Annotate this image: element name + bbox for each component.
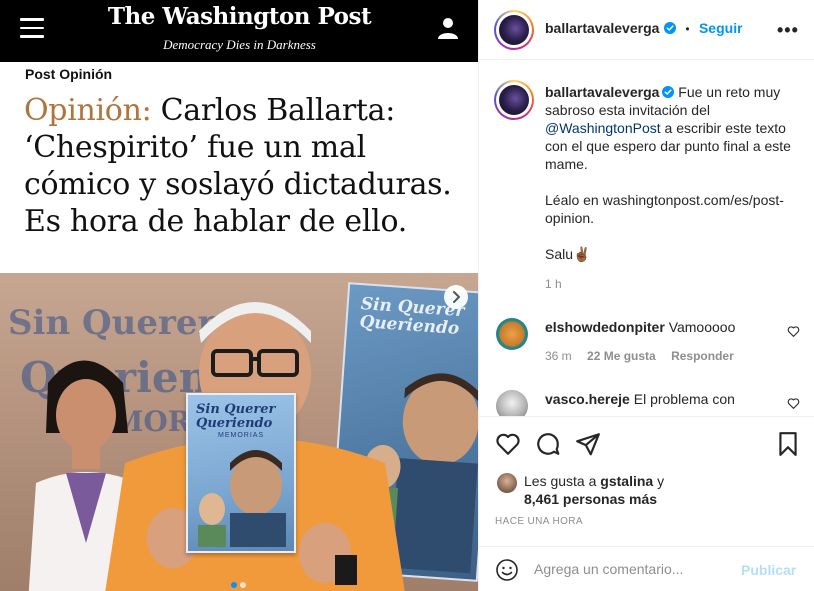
likes-summary: Les gusta a gstalina y	[524, 473, 664, 489]
comment-like-heart-icon[interactable]	[787, 397, 800, 410]
comment-text: El problema con	[633, 391, 735, 407]
commenter-avatar[interactable]	[496, 390, 528, 416]
follow-button[interactable]: Seguir	[699, 20, 743, 36]
reply-button[interactable]: Responder	[671, 349, 734, 363]
book-subtitle: MEMORIAS	[218, 432, 265, 439]
verified-badge-icon	[663, 22, 676, 34]
comment-item: vasco.hereje El problema con	[545, 390, 775, 408]
comment-username[interactable]: elshowdedonpiter	[545, 319, 665, 335]
liker-username[interactable]: gstalina	[600, 473, 653, 489]
header-username[interactable]: ballartavaleverga	[545, 20, 659, 36]
headline-kicker: Opinión:	[24, 93, 152, 128]
carousel-dot	[240, 582, 246, 588]
header-separator: •	[685, 22, 690, 36]
caption-text-3: Léalo en washingtonpost.com/es/post-opin…	[545, 192, 784, 226]
event-photo: Sin Querer Queriendo MEMORIAS Sin Querer…	[0, 273, 478, 591]
caption-avatar[interactable]	[494, 80, 534, 120]
book-cover: Sin Querer Queriendo MEMORIAS	[186, 393, 296, 553]
comment-likes[interactable]: 22 Me gusta	[587, 349, 656, 363]
likes-prefix: Les gusta a	[524, 473, 601, 489]
comments-scroll-area[interactable]: ballartavaleverga Fue un reto muy sabros…	[479, 60, 814, 416]
section-label: Post Opinión	[25, 66, 113, 82]
comment-input[interactable]	[534, 557, 734, 581]
carousel-dots	[231, 575, 249, 591]
comment-time: 36 m	[545, 349, 572, 363]
share-paper-plane-icon[interactable]	[575, 431, 601, 457]
likes-suffix: y	[653, 473, 665, 489]
like-heart-icon[interactable]	[495, 431, 521, 457]
commenter-avatar[interactable]	[496, 318, 528, 350]
post-actions: Les gusta a gstalina y 8,461 personas má…	[479, 416, 814, 546]
wp-masthead: The Washington Post	[107, 3, 372, 30]
avatar[interactable]	[494, 10, 534, 50]
caption-username[interactable]: ballartavaleverga	[545, 84, 659, 100]
post-header: ballartavaleverga • Seguir •••	[479, 0, 814, 60]
user-icon	[438, 18, 458, 39]
likes-count[interactable]: 8,461 personas más	[524, 491, 657, 507]
comment-bubble-icon[interactable]	[535, 431, 561, 457]
post-timestamp[interactable]: HACE UNA HORA	[495, 516, 583, 527]
caption: ballartavaleverga Fue un reto muy sabros…	[545, 83, 803, 293]
wp-header-bar: The Washington Post Democracy Dies in Da…	[0, 0, 478, 62]
more-options-icon[interactable]: •••	[777, 20, 799, 41]
caption-text-4: Salu✌🏾	[545, 246, 591, 262]
comment-meta: 36 m 22 Me gusta Responder	[545, 349, 734, 363]
carousel-next-button[interactable]	[444, 285, 468, 309]
wp-tagline: Democracy Dies in Darkness	[163, 37, 316, 52]
comment-item: elshowdedonpiter Vamooooo	[545, 318, 775, 336]
save-bookmark-icon[interactable]	[775, 431, 801, 457]
book-title: Sin Querer Queriendo	[196, 402, 276, 431]
caption-mention-link[interactable]: @WashingtonPost	[545, 120, 661, 136]
article-headline: Opinión: Carlos Ballarta: ‘Chespirito’ f…	[24, 92, 464, 240]
avatar-image	[499, 15, 529, 45]
liker-avatar[interactable]	[497, 473, 517, 493]
post-media[interactable]: The Washington Post Democracy Dies in Da…	[0, 0, 479, 591]
book-portrait	[198, 450, 286, 547]
comment-form: Publicar	[479, 546, 814, 591]
comment-like-heart-icon[interactable]	[787, 325, 800, 338]
verified-badge-icon	[662, 86, 675, 98]
comment-username[interactable]: vasco.hereje	[545, 391, 630, 407]
caption-time: 1 h	[545, 277, 562, 291]
comment-text: Vamooooo	[668, 319, 736, 335]
post-panel: ballartavaleverga • Seguir ••• ballartav…	[479, 0, 814, 591]
publish-button[interactable]: Publicar	[741, 562, 796, 578]
emoji-icon[interactable]	[495, 558, 519, 582]
carousel-dot-active	[231, 582, 237, 588]
